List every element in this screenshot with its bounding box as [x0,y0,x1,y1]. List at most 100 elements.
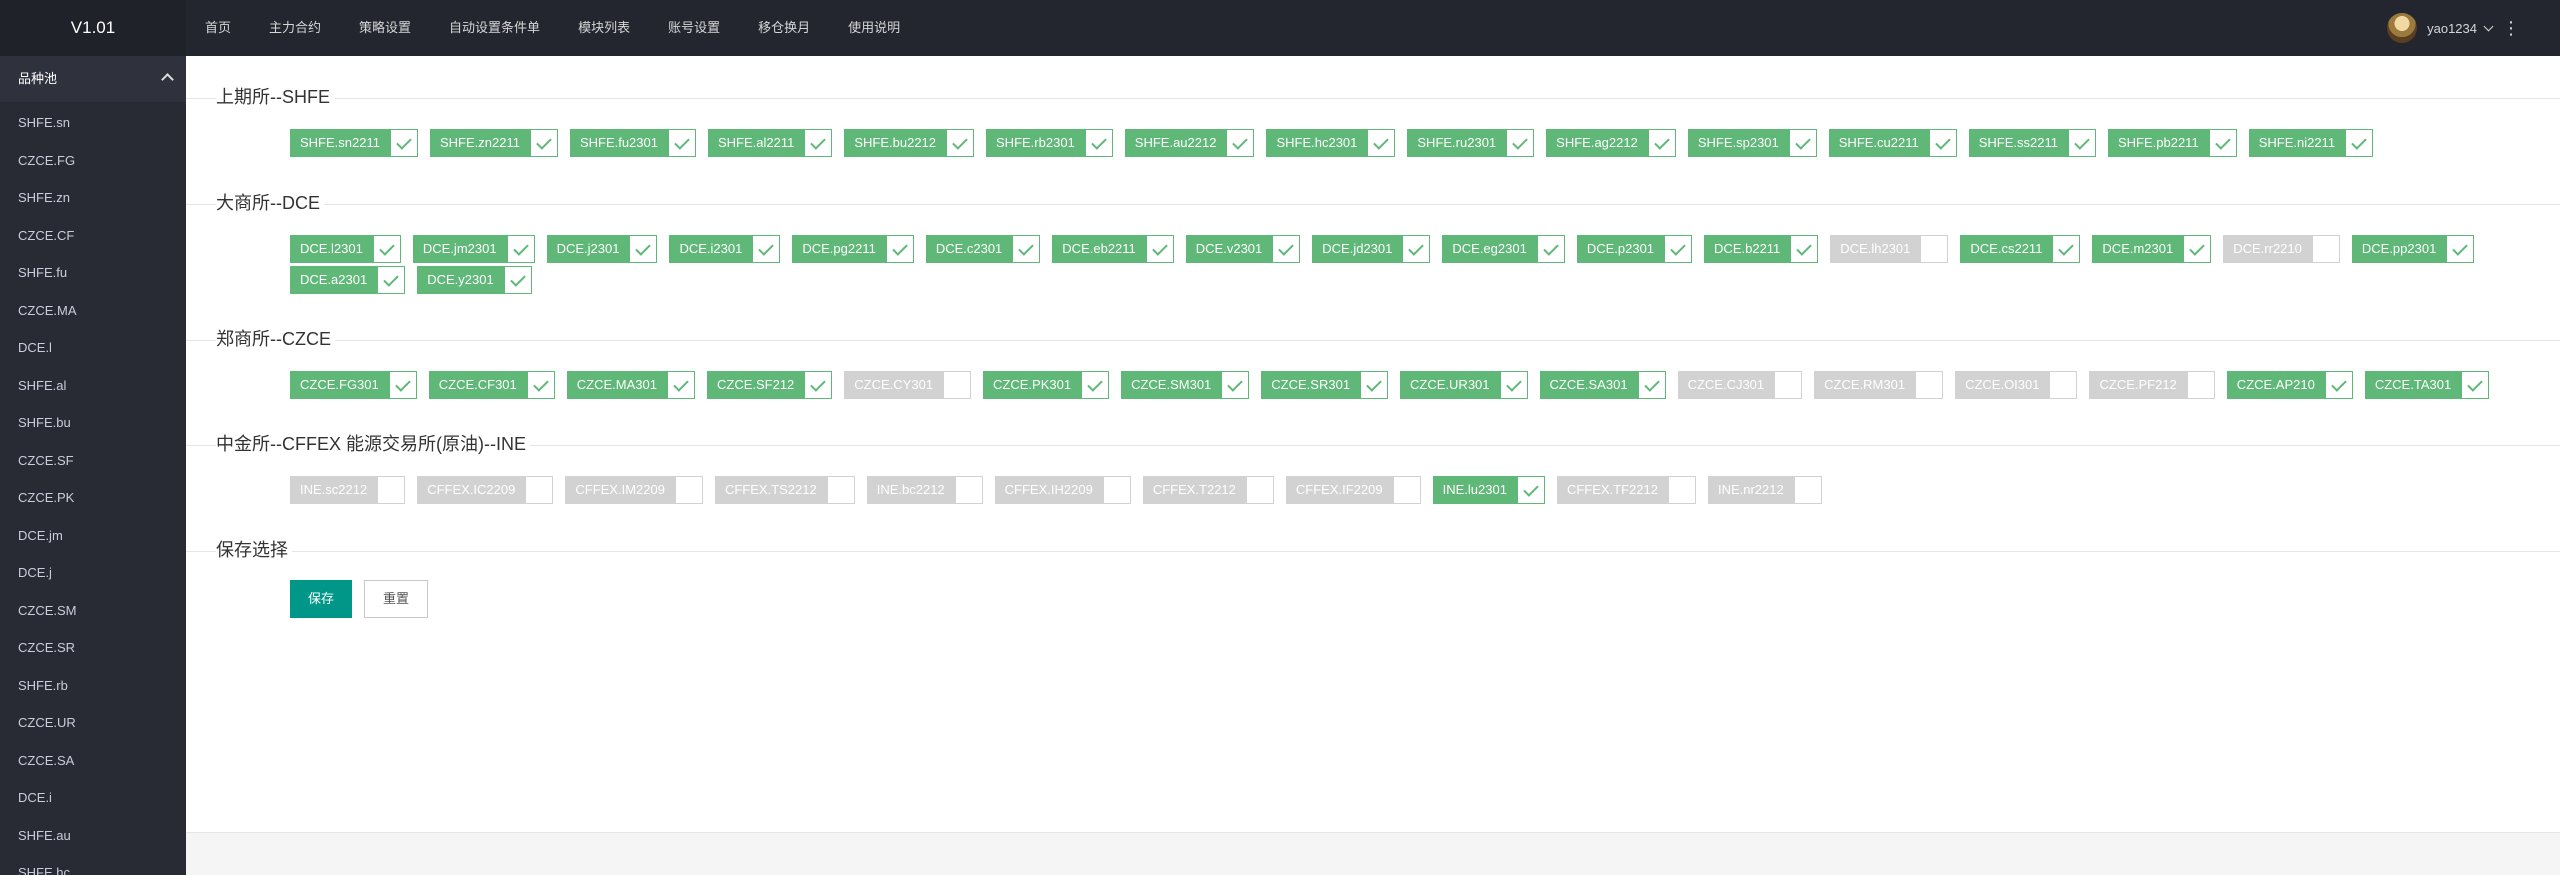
contract-checkbox[interactable]: SHFE.sp2301 [1687,129,1817,157]
contract-checkbox[interactable]: CZCE.SF212 [706,371,833,399]
sidebar-item[interactable]: CZCE.SF [0,442,186,480]
contract-checkbox[interactable]: CZCE.TA301 [2364,371,2490,399]
sidebar-list: SHFE.sn CZCE.FG SHFE.zn CZCE.CF SHFE.fu CZCE.… [0,102,186,875]
contract-checkbox[interactable]: DCE.v2301 [1185,235,1301,263]
contract-checkbox[interactable]: INE.sc2212 [290,476,406,504]
nav-item[interactable]: 自动设置条件单 [430,0,559,56]
contract-checkbox[interactable]: DCE.jm2301 [412,235,535,263]
contract-checkbox[interactable]: DCE.eg2301 [1442,235,1565,263]
contract-checkbox[interactable]: CFFEX.TF2212 [1556,476,1696,504]
contract-checkbox[interactable]: DCE.p2301 [1576,235,1693,263]
contract-checkbox[interactable]: SHFE.zn2211 [429,129,558,157]
contract-checkbox[interactable]: CFFEX.IF2209 [1285,476,1421,504]
contract-checkbox[interactable]: CZCE.FG301 [290,371,417,399]
contract-checkbox[interactable]: DCE.rr2210 [2223,235,2340,263]
contract-checkbox[interactable]: CZCE.SA301 [1539,371,1666,399]
more-icon[interactable]: ⋮ [2502,14,2520,42]
sidebar-item[interactable]: CZCE.MA [0,292,186,330]
sidebar-item[interactable]: DCE.l [0,329,186,367]
sidebar-item[interactable]: CZCE.PK [0,479,186,517]
sidebar-item[interactable]: SHFE.hc [0,854,186,875]
contract-checkbox[interactable]: CFFEX.TS2212 [714,476,855,504]
nav-item[interactable]: 账号设置 [649,0,739,56]
contract-checkbox[interactable]: DCE.b2211 [1704,235,1819,263]
user-menu[interactable]: yao1234 [2387,13,2494,43]
contract-checkbox[interactable]: CZCE.CF301 [428,371,555,399]
contract-checkbox[interactable]: SHFE.rb2301 [986,129,1113,157]
contract-checkbox[interactable]: SHFE.ag2212 [1546,129,1676,157]
contract-checkbox[interactable]: CFFEX.IH2209 [994,476,1131,504]
contract-checkbox[interactable]: INE.bc2212 [866,476,983,504]
contract-checkbox[interactable]: INE.nr2212 [1707,476,1822,504]
checkmark-icon [752,235,781,263]
contract-checkbox[interactable]: DCE.cs2211 [1960,235,2081,263]
contract-checkbox[interactable]: DCE.i2301 [669,235,781,263]
reset-button[interactable]: 重置 [364,580,429,618]
nav-item[interactable]: 使用说明 [829,0,919,56]
contract-checkbox[interactable]: SHFE.pb2211 [2107,129,2237,157]
contract-checkbox[interactable]: CFFEX.IC2209 [417,476,554,504]
contract-checkbox[interactable]: CFFEX.T2212 [1142,476,1274,504]
contract-checkbox[interactable]: DCE.pg2211 [792,235,914,263]
contract-checkbox[interactable]: CZCE.SM301 [1121,371,1250,399]
sidebar-item[interactable]: DCE.i [0,779,186,817]
sidebar-item[interactable]: CZCE.SA [0,742,186,780]
contract-checkbox[interactable]: CZCE.CY301 [844,371,972,399]
contract-checkbox[interactable]: DCE.m2301 [2092,235,2212,263]
contract-checkbox[interactable]: SHFE.ru2301 [1407,129,1535,157]
contract-checkbox[interactable]: CZCE.RM301 [1814,371,1944,399]
checkmark-icon [1012,235,1041,263]
nav-item[interactable]: 移仓换月 [739,0,829,56]
sidebar-item[interactable]: SHFE.au [0,817,186,855]
contract-checkbox[interactable]: SHFE.hc2301 [1266,129,1396,157]
contract-checkbox[interactable]: DCE.pp2301 [2351,235,2475,263]
contract-checkbox[interactable]: CFFEX.IM2209 [565,476,703,504]
nav-item[interactable]: 主力合约 [250,0,340,56]
contract-checkbox[interactable]: SHFE.cu2211 [1828,129,1957,157]
contract-checkbox[interactable]: DCE.lh2301 [1830,235,1949,263]
sidebar-item[interactable]: CZCE.SR [0,629,186,667]
contract-checkbox[interactable]: INE.lu2301 [1432,476,1545,504]
contract-checkbox[interactable]: SHFE.ni2211 [2248,129,2374,157]
contract-checkbox[interactable]: DCE.a2301 [290,266,406,294]
nav-item[interactable]: 策略设置 [340,0,430,56]
sidebar-item[interactable]: SHFE.bu [0,404,186,442]
nav-item[interactable]: 模块列表 [559,0,649,56]
save-button[interactable]: 保存 [290,580,353,618]
contract-checkbox[interactable]: SHFE.au2212 [1124,129,1255,157]
contract-checkbox[interactable]: SHFE.ss2211 [1968,129,2096,157]
sidebar-item[interactable]: CZCE.CF [0,217,186,255]
contract-checkbox[interactable]: CZCE.PF212 [2089,371,2215,399]
contract-checkbox[interactable]: SHFE.sn2211 [290,129,418,157]
sidebar-item[interactable]: DCE.jm [0,517,186,555]
sidebar-item[interactable]: DCE.j [0,554,186,592]
contract-checkbox[interactable]: DCE.j2301 [546,235,658,263]
contract-checkbox[interactable]: SHFE.bu2212 [844,129,975,157]
contract-label: SHFE.zn2211 [429,129,530,157]
contract-checkbox[interactable]: CZCE.MA301 [566,371,695,399]
checkmark-icon [1637,371,1666,399]
contract-checkbox[interactable]: DCE.jd2301 [1312,235,1431,263]
contract-checkbox[interactable]: DCE.y2301 [417,266,532,294]
contract-checkbox[interactable]: SHFE.fu2301 [569,129,696,157]
sidebar-item[interactable]: CZCE.SM [0,592,186,630]
contract-checkbox[interactable]: CZCE.OI301 [1955,371,2078,399]
nav-item[interactable]: 首页 [186,0,250,56]
contract-checkbox[interactable]: DCE.c2301 [925,235,1041,263]
contract-checkbox[interactable]: CZCE.AP210 [2226,371,2353,399]
contract-checkbox[interactable]: DCE.eb2211 [1052,235,1174,263]
sidebar-group-header[interactable]: 品种池 [0,56,186,102]
contract-checkbox[interactable]: CZCE.CJ301 [1677,371,1803,399]
sidebar-item[interactable]: SHFE.al [0,367,186,405]
sidebar-item[interactable]: CZCE.UR [0,704,186,742]
sidebar-item[interactable]: SHFE.rb [0,667,186,705]
contract-checkbox[interactable]: DCE.l2301 [290,235,401,263]
contract-checkbox[interactable]: CZCE.UR301 [1400,371,1528,399]
sidebar-item[interactable]: SHFE.sn [0,104,186,142]
sidebar-item[interactable]: SHFE.fu [0,254,186,292]
contract-checkbox[interactable]: CZCE.PK301 [983,371,1110,399]
sidebar-item[interactable]: CZCE.FG [0,142,186,180]
contract-checkbox[interactable]: CZCE.SR301 [1261,371,1389,399]
contract-checkbox[interactable]: SHFE.al2211 [707,129,833,157]
sidebar-item[interactable]: SHFE.zn [0,179,186,217]
